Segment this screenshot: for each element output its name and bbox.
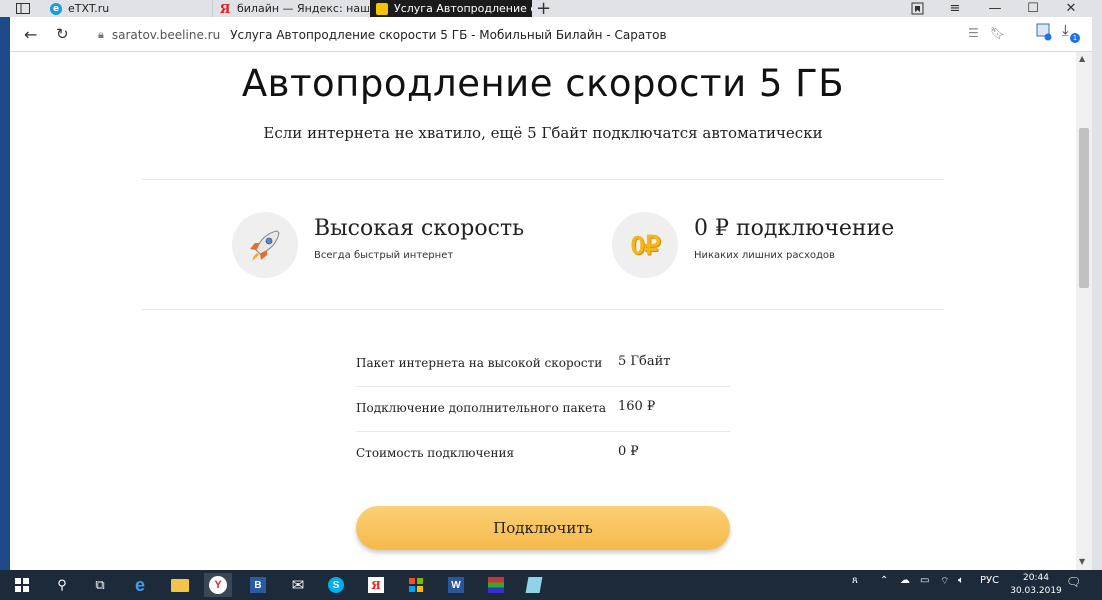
network-icon[interactable]: ⌔	[940, 575, 949, 588]
table-row: Пакет интернета на высокой скорости 5 Гб…	[356, 342, 730, 387]
yandex-browser-icon[interactable]: Y	[204, 573, 232, 597]
skype-icon[interactable]: S	[322, 573, 350, 597]
task-view-icon[interactable]: ⧉	[86, 573, 114, 597]
divider	[142, 179, 944, 180]
extension-icon[interactable]	[1036, 23, 1052, 44]
bookmark-flag-icon[interactable]: 🔖︎	[990, 26, 1005, 40]
url-domain: saratov.beeline.ru	[111, 28, 221, 42]
row-label: Стоимость подключения	[356, 446, 515, 460]
minimize-icon[interactable]: —	[984, 0, 1006, 17]
feature-title: Высокая скорость	[314, 216, 525, 241]
yandex-app-icon[interactable]: Я	[362, 573, 390, 597]
page-scrollbar[interactable]: ▲ ▼	[1076, 52, 1092, 570]
clock-date: 30.03.2019	[1010, 586, 1062, 596]
language-indicator[interactable]: РУС	[980, 575, 999, 586]
notifications-icon[interactable]: 🗨︎	[1066, 575, 1081, 589]
app-b-icon[interactable]: B	[244, 573, 272, 597]
notes-icon[interactable]	[520, 573, 548, 597]
people-icon[interactable]: ጸ	[852, 575, 858, 586]
scrollbar-thumb[interactable]	[1079, 128, 1089, 288]
lock-icon: 🔒︎	[98, 28, 104, 41]
tab-label: Услуга Автопродление с	[394, 2, 532, 15]
table-row: Стоимость подключения 0 ₽	[356, 432, 730, 476]
feature-description: Никаких лишних расходов	[694, 250, 835, 261]
coin-icon: 0₽	[612, 212, 678, 278]
back-arrow-icon[interactable]: ←	[24, 25, 37, 44]
reload-icon[interactable]: ↻	[56, 25, 69, 43]
file-explorer-icon[interactable]	[166, 573, 194, 597]
rocket-icon	[232, 212, 298, 278]
beeline-favicon-icon	[376, 2, 388, 15]
page-subtitle: Если интернета не хватило, ещё 5 Гбайт п…	[263, 124, 823, 142]
windows-start-icon[interactable]	[8, 573, 36, 597]
row-label: Подключение дополнительного пакета	[356, 401, 607, 415]
page-viewport: Автопродление скорости 5 ГБ Если интерне…	[10, 52, 1076, 570]
scroll-up-arrow-icon[interactable]: ▲	[1079, 54, 1085, 63]
row-value: 160 ₽	[618, 399, 656, 414]
cloud-icon[interactable]: ☁	[900, 575, 910, 586]
edge-icon[interactable]: e	[126, 573, 154, 597]
volume-icon[interactable]: 🔈︎	[958, 575, 964, 586]
maximize-icon[interactable]: ☐	[1022, 0, 1044, 17]
divider	[142, 309, 944, 310]
word-icon[interactable]: W	[442, 573, 470, 597]
browser-tab-bar: e eTXT.ru Я билайн — Яндекс: нашлос Услу…	[0, 0, 1102, 19]
row-value: 5 Гбайт	[618, 354, 671, 369]
url-field[interactable]: 🔒︎ saratov.beeline.ru Услуга Автопродлен…	[98, 26, 667, 44]
etxt-favicon-icon: e	[50, 2, 62, 15]
feature-description: Всегда быстрый интернет	[314, 250, 454, 261]
row-value: 0 ₽	[618, 444, 639, 459]
downloads-badge: 1	[1070, 33, 1080, 43]
store-icon[interactable]	[402, 573, 430, 597]
mail-icon[interactable]: ✉	[284, 573, 312, 597]
address-bar: ← ↻ 🔒︎ saratov.beeline.ru Услуга Автопро…	[10, 17, 1092, 52]
close-window-icon[interactable]: ✕	[1060, 0, 1082, 17]
row-label: Пакет интернета на высокой скорости	[356, 356, 603, 370]
feature-title: 0 ₽ подключение	[694, 216, 895, 241]
coin-icon-label: 0₽	[630, 229, 660, 260]
url-page-title: Услуга Автопродление скорости 5 ГБ - Моб…	[230, 28, 667, 42]
tab-etxt[interactable]: e eTXT.ru	[50, 0, 200, 17]
tariff-details-table: Пакет интернета на высокой скорости 5 Гб…	[356, 342, 730, 476]
search-icon[interactable]: ⚲	[48, 573, 76, 597]
tab-beeline-active[interactable]: Услуга Автопродление с ✕	[370, 0, 532, 17]
desktop-edge-right	[1092, 17, 1102, 570]
winrar-icon[interactable]	[482, 573, 510, 597]
connect-button[interactable]: Подключить	[356, 506, 730, 550]
downloads-icon[interactable]: ⤓ 1	[1062, 21, 1080, 43]
tab-label: eTXT.ru	[68, 2, 110, 15]
desktop-edge-left	[0, 17, 10, 570]
tray-expand-icon[interactable]: ⌃	[880, 575, 888, 586]
scroll-down-arrow-icon[interactable]: ▼	[1079, 557, 1085, 566]
table-row: Подключение дополнительного пакета 160 ₽	[356, 387, 730, 432]
reader-mode-icon[interactable]: ☰	[968, 26, 979, 40]
tab-label: билайн — Яндекс: нашлос	[237, 2, 369, 15]
clock-time: 20:44	[1023, 573, 1049, 583]
battery-icon[interactable]: ▭	[920, 575, 929, 586]
sidebar-toggle-icon[interactable]	[10, 0, 36, 17]
tab-yandex-search[interactable]: Я билайн — Яндекс: нашлос	[212, 0, 369, 17]
yandex-favicon-icon: Я	[219, 1, 231, 16]
bookmark-manager-icon[interactable]	[906, 0, 928, 17]
windows-taskbar: ⚲ ⧉ e Y B ✉ S Я W ጸ ⌃ ☁ ▭ ⌔ 🔈︎ РУС 20:44…	[0, 570, 1102, 600]
page-title: Автопродление скорости 5 ГБ	[241, 62, 845, 105]
system-clock[interactable]: 20:44 30.03.2019	[1010, 572, 1062, 598]
menu-icon[interactable]: ≡	[944, 0, 966, 17]
